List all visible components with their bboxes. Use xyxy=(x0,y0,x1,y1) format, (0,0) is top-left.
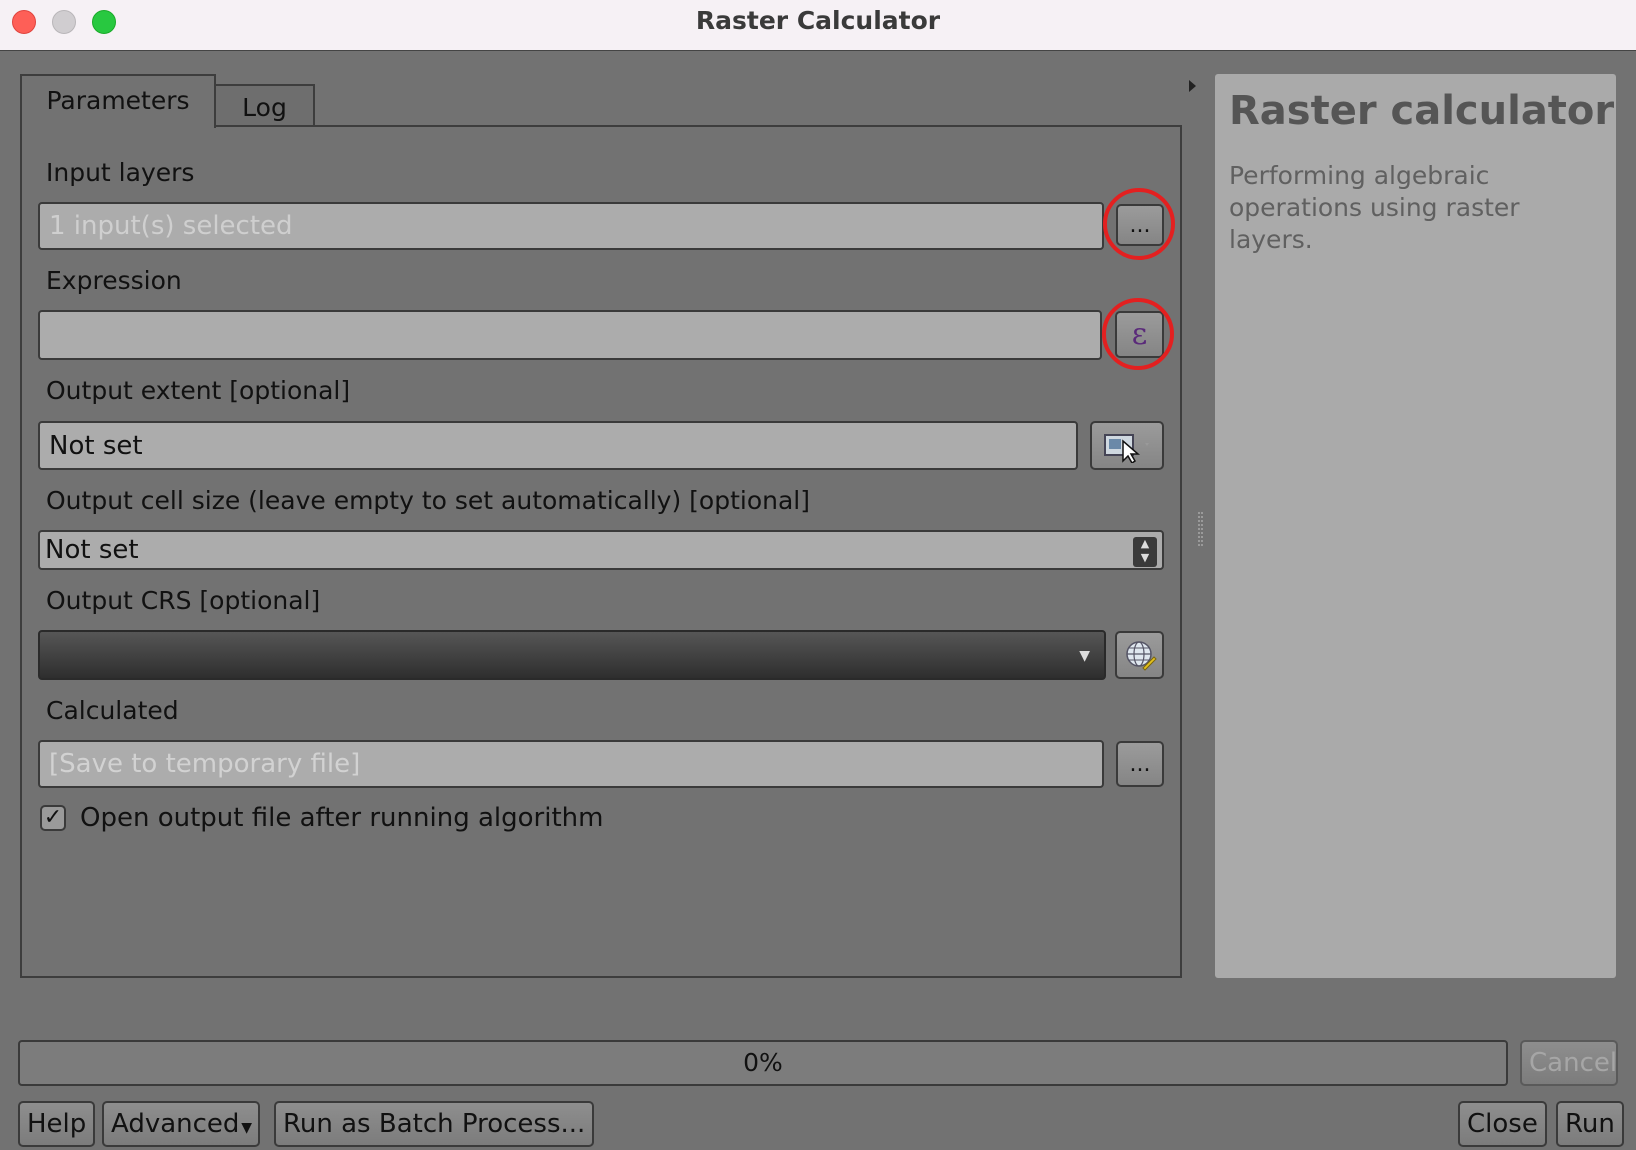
close-button[interactable]: Close xyxy=(1458,1101,1547,1147)
open-output-label: Open output file after running algorithm xyxy=(80,803,604,833)
help-button[interactable]: Help xyxy=(18,1101,96,1147)
map-extent-icon xyxy=(1104,433,1149,463)
cell-size-label: Output cell size (leave empty to set aut… xyxy=(46,486,811,515)
progress-label: 0% xyxy=(743,1048,783,1077)
expression-label: Expression xyxy=(46,266,182,295)
cancel-button[interactable]: Cancel xyxy=(1520,1040,1618,1086)
spinbox-arrows-icon[interactable]: ▲ ▼ xyxy=(1133,537,1157,567)
crs-selector-button[interactable] xyxy=(1115,631,1164,679)
cell-size-spinbox[interactable]: Not set ▲ ▼ xyxy=(38,530,1164,570)
input-layers-placeholder: 1 input(s) selected xyxy=(49,211,293,241)
input-layers-field[interactable]: 1 input(s) selected xyxy=(38,202,1104,250)
window-title: Raster Calculator xyxy=(695,6,941,35)
calculated-output-field[interactable]: [Save to temporary file] xyxy=(38,740,1104,788)
help-title: Raster calculator xyxy=(1229,88,1615,134)
crs-dropdown[interactable]: ▼ xyxy=(38,630,1106,680)
output-extent-value: Not set xyxy=(49,430,143,461)
globe-crs-icon xyxy=(1125,641,1157,671)
advanced-label: Advanced xyxy=(111,1109,240,1139)
help-description: Performing algebraic operations using ra… xyxy=(1229,161,1520,254)
run-batch-button[interactable]: Run as Batch Process... xyxy=(274,1101,595,1147)
progress-bar: 0% xyxy=(18,1040,1508,1086)
tab-parameters[interactable]: Parameters xyxy=(20,74,216,128)
tab-log[interactable]: Log xyxy=(214,84,315,126)
expression-input[interactable] xyxy=(38,310,1102,360)
advanced-button[interactable]: Advanced ▼ xyxy=(102,1101,260,1147)
output-extent-field[interactable]: Not set xyxy=(38,421,1078,470)
chevron-down-icon: ▼ xyxy=(241,1120,252,1136)
help-panel: Raster calculator Performing algebraic o… xyxy=(1215,74,1616,978)
run-button[interactable]: Run xyxy=(1556,1101,1624,1147)
chevron-down-icon: ▼ xyxy=(1079,648,1090,664)
browse-ellipsis-label: ... xyxy=(1129,751,1151,777)
calculated-browse-button[interactable]: ... xyxy=(1116,741,1164,787)
calculated-placeholder: [Save to temporary file] xyxy=(49,749,361,779)
calculated-label: Calculated xyxy=(46,696,179,725)
epsilon-expression-icon: ε xyxy=(1131,317,1148,352)
collapse-arrow-icon[interactable] xyxy=(1189,80,1196,92)
title-bar: Raster Calculator xyxy=(0,0,1636,51)
splitter-handle[interactable] xyxy=(1198,512,1203,546)
crs-label: Output CRS [optional] xyxy=(46,586,321,615)
open-output-checkbox[interactable]: ✓ xyxy=(40,805,66,831)
input-layers-browse-button[interactable]: ... xyxy=(1116,204,1164,246)
extent-selector-button[interactable] xyxy=(1090,421,1164,470)
output-extent-label: Output extent [optional] xyxy=(46,376,351,405)
input-layers-label: Input layers xyxy=(46,158,195,187)
expression-builder-button[interactable]: ε xyxy=(1115,311,1164,358)
cell-size-value: Not set xyxy=(45,535,139,565)
